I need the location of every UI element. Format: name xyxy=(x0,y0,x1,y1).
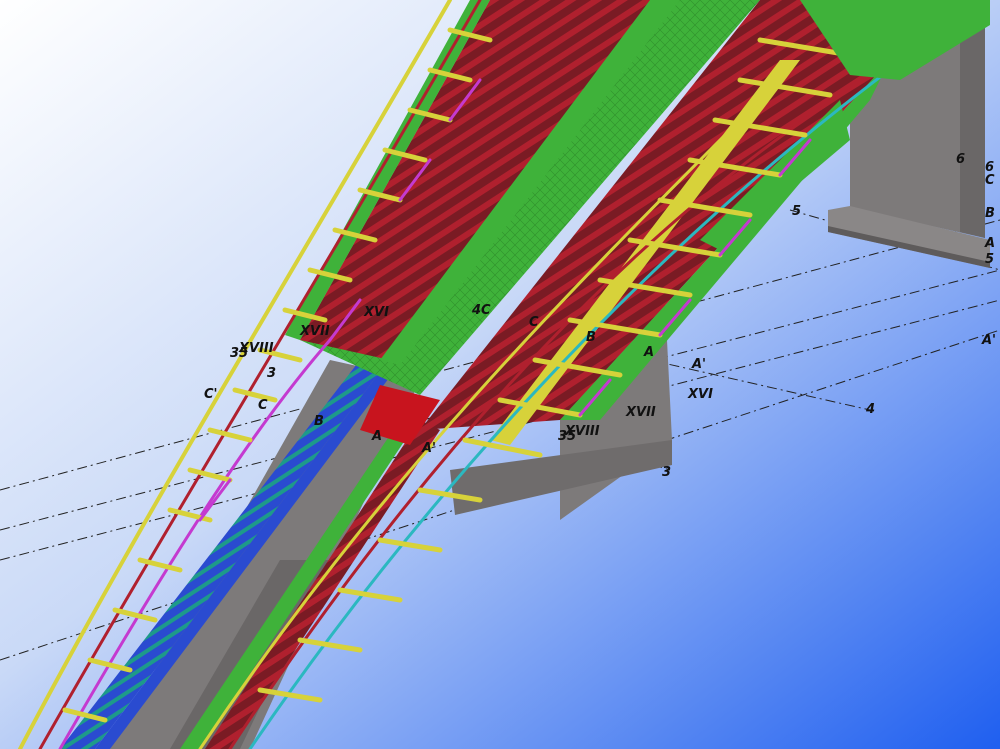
grid-label-a: A xyxy=(984,236,995,251)
grid-label-b: B xyxy=(985,206,995,221)
grid-label-3: 3 xyxy=(267,366,276,381)
grid-label-xvi: XVI xyxy=(363,305,389,320)
grid-label-xviii: XVIII xyxy=(238,341,274,356)
grid-label-4c: 4C xyxy=(471,303,491,318)
grid-label-c: C xyxy=(985,173,995,188)
grid-label-a: A xyxy=(371,429,382,444)
grid-label-c-prime: C' xyxy=(204,387,218,402)
model-viewport[interactable]: 6 6 C B 5 A 5 A' A A' XVI 4 XVII 35 XVII… xyxy=(0,0,1000,749)
grid-label-c: C xyxy=(529,315,539,330)
bridge-3d-model-view[interactable]: 6 6 C B 5 A 5 A' A A' XVI 4 XVII 35 XVII… xyxy=(0,0,1000,749)
grid-label-c: C xyxy=(258,398,268,413)
grid-label-3: 3 xyxy=(662,465,671,480)
grid-label-5: 5 xyxy=(792,204,801,219)
grid-label-a: A xyxy=(643,345,654,360)
grid-label-a-prime: A' xyxy=(981,333,996,348)
grid-label-xviii: XVIII xyxy=(564,424,600,439)
grid-label-a-prime: A' xyxy=(421,441,436,456)
grid-label-a-prime: A' xyxy=(691,357,706,372)
grid-label-4: 4 xyxy=(865,402,875,417)
grid-label-b: B xyxy=(314,414,324,429)
grid-label-xvi: XVI xyxy=(687,387,713,402)
grid-label-6: 6 xyxy=(956,152,965,167)
grid-label-5: 5 xyxy=(985,252,994,267)
grid-label-xvii: XVII xyxy=(299,324,330,339)
grid-label-b: B xyxy=(586,330,596,345)
grid-label-xvii: XVII xyxy=(625,405,656,420)
